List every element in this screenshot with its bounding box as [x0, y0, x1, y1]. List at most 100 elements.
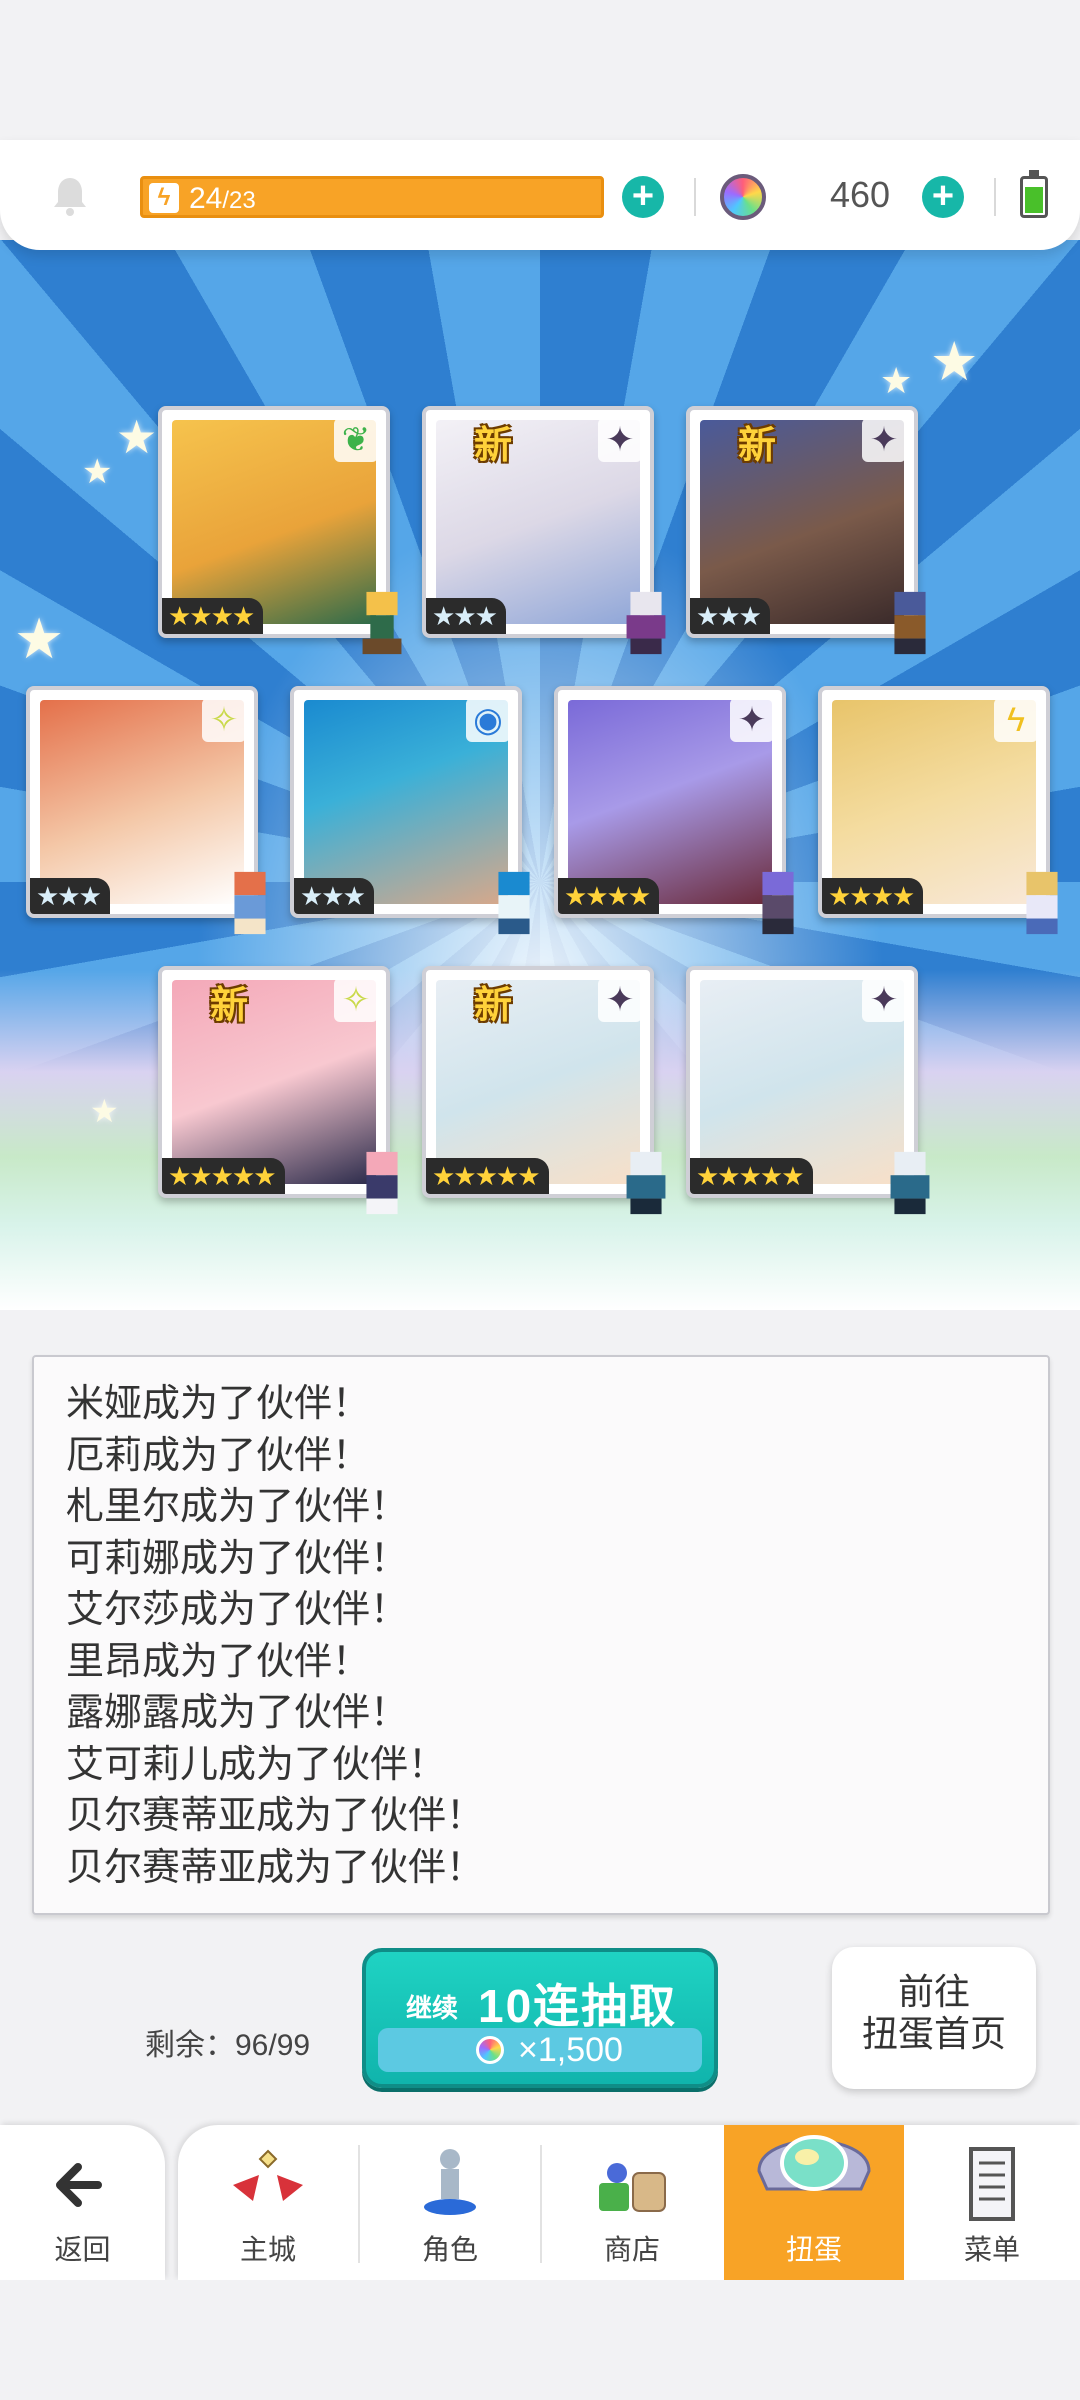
light-icon: ✧: [334, 978, 378, 1022]
sparkle-star-icon: ★: [930, 332, 979, 392]
pull-label: 10连抽取: [478, 1980, 678, 2032]
remaining-count: 剩余：96/99: [145, 2029, 311, 2062]
energy-current: 24: [189, 182, 223, 215]
thunder-icon: ϟ: [994, 698, 1038, 742]
nav-item-menu[interactable]: 菜单: [904, 2125, 1080, 2280]
gem-count: 460: [830, 174, 891, 215]
sparkle-star-icon: ★: [116, 411, 158, 463]
character-card[interactable]: 新 ✦ ★★★: [422, 406, 666, 655]
bell-icon[interactable]: [48, 174, 92, 218]
pixel-sprite-icon: [498, 871, 530, 935]
rarity-stars: ★★★: [30, 878, 110, 914]
nav-label: 扭蛋: [785, 2234, 842, 2265]
footer-strip: [0, 2280, 1080, 2400]
pixel-sprite-icon: [366, 1151, 398, 1215]
lightning-icon: ϟ: [149, 183, 179, 213]
rarity-stars: ★★★★★: [690, 1158, 813, 1194]
energy-max: /23: [222, 187, 256, 214]
pixel-sprite-icon: [890, 1151, 930, 1215]
bottom-nav: 返回 主城 角色 商店 扭蛋 菜单: [0, 2125, 1080, 2280]
pixel-sprite-icon: [626, 1151, 666, 1215]
pixel-sprite-icon: [762, 871, 794, 935]
go-to-gacha-home-button[interactable]: 前往 扭蛋首页: [832, 1947, 1036, 2089]
continue-label: 继续: [406, 1993, 459, 2023]
character-statue-icon: [424, 2149, 476, 2215]
rarity-stars: ★★★★★: [162, 1158, 285, 1194]
nav-label: 菜单: [963, 2234, 1020, 2265]
status-bar: ϟ 24/23 + 460 +: [0, 140, 1080, 250]
rarity-stars: ★★★★: [558, 878, 660, 914]
sparkle-star-icon: ★: [82, 453, 113, 491]
dark-icon: ✦: [730, 698, 774, 742]
log-line: 艾尔莎成为了伙伴！: [66, 1589, 409, 1631]
character-card[interactable]: ◉ ★★★: [290, 686, 530, 935]
pixel-sprite-icon: [234, 871, 266, 935]
log-line: 露娜露成为了伙伴！: [66, 1692, 409, 1734]
pull-cost-bar: ×1,500: [378, 2028, 702, 2072]
log-line: 米娅成为了伙伴！: [66, 1383, 371, 1425]
nav-item-gacha[interactable]: 扭蛋: [724, 2125, 904, 2280]
water-icon: ◉: [466, 698, 510, 742]
character-card[interactable]: ❦ ★★★★: [158, 406, 402, 655]
result-log[interactable]: 米娅成为了伙伴！ 厄莉成为了伙伴！ 札里尔成为了伙伴！ 可莉娜成为了伙伴！ 艾尔…: [32, 1355, 1050, 1915]
pixel-sprite-icon: [894, 591, 926, 655]
nav-back-item: 返回: [0, 2125, 165, 2280]
gem-icon: [476, 2036, 504, 2064]
sparkle-star-icon: ★: [880, 360, 913, 401]
shop-bags-icon: [599, 2163, 666, 2212]
character-card[interactable]: 新 ✦ ★★★★★: [422, 966, 666, 1215]
rarity-stars: ★★★★★: [426, 1158, 549, 1194]
nav-bar: 主城 角色 商店 扭蛋 菜单: [178, 2125, 1080, 2280]
character-card[interactable]: 新 ✧ ★★★★★: [158, 966, 398, 1215]
rarity-stars: ★★★: [294, 878, 374, 914]
log-line: 厄莉成为了伙伴！: [66, 1434, 371, 1477]
nav-label: 商店: [603, 2234, 660, 2265]
gem-icon: [720, 174, 766, 220]
leaf-icon: ❦: [334, 418, 378, 462]
battery-icon: [1020, 170, 1048, 218]
action-area: 剩余：96/99 继续 10连抽取 ×1,500 前往 扭蛋首页: [0, 1925, 1080, 2125]
new-badge: 新: [474, 985, 513, 1027]
pull-10-button[interactable]: 继续 10连抽取 ×1,500: [362, 1948, 718, 2088]
energy-text: 24/23: [189, 181, 256, 219]
character-card[interactable]: 新 ✦ ★★★: [686, 406, 926, 655]
arrow-left-icon: [55, 2163, 102, 2207]
rarity-stars: ★★★★: [822, 878, 924, 914]
dark-icon: ✦: [598, 418, 642, 462]
nav-item-town[interactable]: 主城: [178, 2125, 358, 2280]
nav-item-shop[interactable]: 商店: [542, 2125, 722, 2280]
log-line: 里昂成为了伙伴！: [66, 1640, 371, 1683]
gacha-scene: ★ ★ ★ ★ ★ ★ ❦ ★★★★ 新 ✦ ★★★ 新 ✦ ★★★ ✧ ★★★…: [0, 240, 1080, 1310]
add-energy-button[interactable]: +: [622, 176, 664, 218]
nav-label: 主城: [239, 2234, 296, 2265]
back-button[interactable]: 返回: [0, 2125, 165, 2280]
pixel-sprite-icon: [362, 591, 402, 655]
character-card[interactable]: ✦ ★★★★★: [686, 966, 930, 1215]
character-card[interactable]: ϟ ★★★★: [818, 686, 1058, 935]
nav-item-characters[interactable]: 角色: [360, 2125, 540, 2280]
divider: [994, 178, 996, 216]
town-icon: [233, 2149, 303, 2201]
nav-label: 角色: [421, 2234, 478, 2265]
character-card[interactable]: ✧ ★★★: [26, 686, 266, 935]
rarity-stars: ★★★: [426, 598, 506, 634]
character-card[interactable]: ✦ ★★★★: [554, 686, 794, 935]
dark-icon: ✦: [598, 978, 642, 1022]
new-badge: 新: [474, 425, 513, 467]
add-gems-button[interactable]: +: [922, 176, 964, 218]
rarity-stars: ★★★: [690, 598, 770, 634]
pixel-sprite-icon: [1026, 871, 1058, 935]
dark-icon: ✦: [862, 978, 906, 1022]
nav-back-label: 返回: [54, 2234, 111, 2265]
gacha-result-screen: ϟ 24/23 + 460 + ★ ★ ★ ★ ★ ★ ❦ ★★★★ 新 ✦ ★…: [0, 0, 1080, 2400]
energy-bar: ϟ 24/23: [140, 176, 604, 218]
log-line: 艾可莉儿成为了伙伴！: [66, 1743, 447, 1786]
log-line: 可莉娜成为了伙伴！: [66, 1537, 409, 1580]
sparkle-star-icon: ★: [90, 1093, 119, 1129]
new-badge: 新: [738, 425, 777, 467]
pixel-sprite-icon: [626, 591, 666, 655]
menu-list-icon: [969, 2147, 1015, 2221]
gacha-orb-icon: [757, 2135, 871, 2191]
new-badge: 新: [210, 985, 249, 1027]
dark-icon: ✦: [862, 418, 906, 462]
